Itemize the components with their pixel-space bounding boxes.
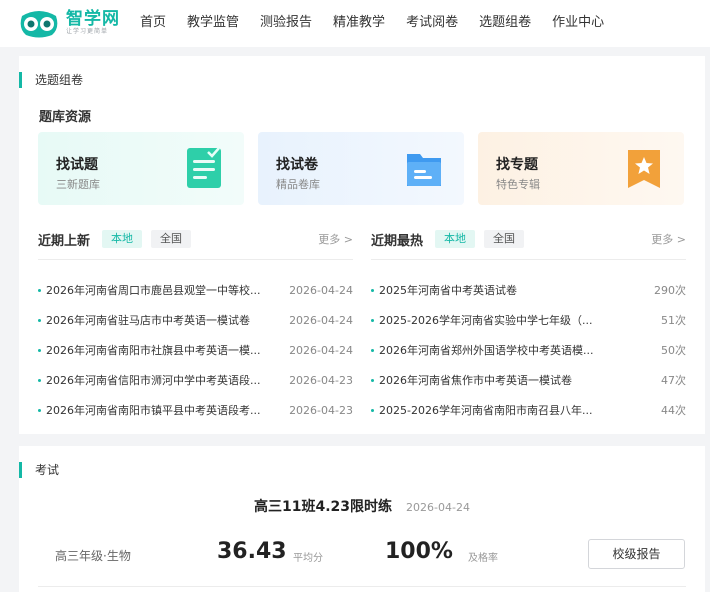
- find-topics-card[interactable]: 找专题 特色专辑: [478, 132, 684, 205]
- exam-name[interactable]: 高三11班4.23限时练: [254, 499, 392, 515]
- nav-item-precision-teaching[interactable]: 精准教学: [333, 14, 385, 32]
- section-title: 考试: [19, 462, 59, 478]
- list-item[interactable]: 2026年河南省南阳市镇平县中考英语段考... 2026-04-23: [38, 395, 353, 425]
- list-item[interactable]: 2026年河南省周口市鹿邑县观堂一中等校... 2026-04-24: [38, 275, 353, 305]
- nav-item-teaching-supervision[interactable]: 教学监管: [187, 14, 239, 32]
- paper-date: 2026-04-24: [289, 283, 353, 297]
- exam-card: 考试 高三11班4.23限时练 2026-04-24 高三年级·生物 36.43 …: [19, 446, 705, 592]
- view-count: 290次: [654, 284, 686, 297]
- star-bookmark-icon: [628, 150, 660, 188]
- find-questions-card[interactable]: 找试题 三新题库: [38, 132, 244, 205]
- list-item[interactable]: 2026年河南省驻马店市中考英语一模试卷 2026-04-24: [38, 305, 353, 335]
- resource-name: 找试题: [56, 157, 98, 173]
- paper-date: 2026-04-24: [289, 313, 353, 327]
- recent-list: 2026年河南省周口市鹿邑县观堂一中等校... 2026-04-24 2026年河…: [38, 275, 353, 425]
- list-item[interactable]: 2026年河南省焦作市中考英语一模试卷 47次: [371, 365, 686, 395]
- resource-name: 找试卷: [276, 157, 318, 173]
- view-count: 50次: [661, 344, 686, 357]
- list-item[interactable]: 2025-2026学年河南省实验中学七年级（... 51次: [371, 305, 686, 335]
- resource-desc: 三新题库: [56, 178, 100, 191]
- tab-local[interactable]: 本地: [435, 230, 476, 248]
- paper-builder-card: 选题组卷 题库资源 找试题 三新题库 找试卷 精品卷库 找专题 特色专辑 近期上…: [19, 56, 705, 434]
- section-title: 选题组卷: [19, 72, 83, 88]
- paper-title: 2025-2026学年河南省实验中学七年级（...: [379, 314, 593, 327]
- nav-item-exam-grading[interactable]: 考试阅卷: [406, 14, 458, 32]
- divider: [38, 259, 353, 260]
- paper-date: 2026-04-23: [289, 373, 353, 387]
- list-item[interactable]: 2025年河南省中考英语试卷 290次: [371, 275, 686, 305]
- recent-title: 近期上新: [38, 233, 91, 249]
- bullet-dot: [38, 318, 41, 322]
- logo-name: 智学网: [66, 9, 120, 29]
- bullet-dot: [38, 378, 41, 382]
- paper-title: 2025年河南省中考英语试卷: [379, 284, 517, 297]
- average-score-label: 平均分: [293, 553, 323, 564]
- list-item[interactable]: 2026年河南省信阳市浉河中学中考英语段... 2026-04-23: [38, 365, 353, 395]
- bullet-dot: [371, 378, 374, 382]
- tab-national[interactable]: 全国: [151, 230, 192, 248]
- more-link[interactable]: 更多 >: [651, 231, 686, 247]
- bullet-dot: [38, 288, 41, 292]
- paper-title: 2026年河南省南阳市镇平县中考英语段考...: [46, 404, 261, 417]
- pass-rate: 100%: [385, 539, 453, 564]
- bullet-dot: [38, 408, 41, 412]
- bullet-dot: [371, 318, 374, 322]
- class-subject: 高三年级·生物: [55, 549, 131, 563]
- logo-slogan: 让学习更简单: [66, 28, 109, 35]
- exam-date: 2026-04-24: [406, 501, 470, 514]
- school-report-button[interactable]: 校级报告: [588, 539, 685, 569]
- list-item[interactable]: 2026年河南省郑州外国语学校中考英语模... 50次: [371, 335, 686, 365]
- paper-title: 2026年河南省郑州外国语学校中考英语模...: [379, 344, 594, 357]
- paper-title: 2026年河南省驻马店市中考英语一模试卷: [46, 314, 250, 327]
- exam-heading: 高三11班4.23限时练 2026-04-24: [19, 496, 705, 516]
- tab-local[interactable]: 本地: [102, 230, 143, 248]
- question-bank-title: 题库资源: [39, 110, 92, 125]
- view-count: 44次: [661, 404, 686, 417]
- nav-item-home[interactable]: 首页: [140, 14, 166, 32]
- list-item[interactable]: 2026年河南省南阳市社旗县中考英语一模... 2026-04-24: [38, 335, 353, 365]
- divider: [371, 259, 686, 260]
- paper-title: 2025-2026学年河南省南阳市南召县八年...: [379, 404, 593, 417]
- find-papers-card[interactable]: 找试卷 精品卷库: [258, 132, 464, 205]
- logo[interactable]: 智学网 让学习更简单: [18, 8, 120, 38]
- pass-rate-label: 及格率: [468, 553, 498, 564]
- resource-name: 找专题: [496, 157, 538, 173]
- hot-list: 2025年河南省中考英语试卷 290次 2025-2026学年河南省实验中学七年级…: [371, 275, 686, 425]
- view-count: 51次: [661, 314, 686, 327]
- more-link[interactable]: 更多 >: [318, 231, 353, 247]
- paper-date: 2026-04-23: [289, 403, 353, 417]
- folder-icon: [407, 154, 441, 186]
- paper-title: 2026年河南省焦作市中考英语一模试卷: [379, 374, 572, 387]
- hot-list-header: 近期最热 本地 全国 更多 >: [371, 229, 686, 249]
- nav-item-paper-builder[interactable]: 选题组卷: [479, 14, 531, 32]
- nav-item-quiz-report[interactable]: 测验报告: [260, 14, 312, 32]
- hot-title: 近期最热: [371, 233, 424, 249]
- paper-title: 2026年河南省周口市鹿邑县观堂一中等校...: [46, 284, 261, 297]
- paper-title: 2026年河南省南阳市社旗县中考英语一模...: [46, 344, 261, 357]
- bullet-dot: [371, 348, 374, 352]
- list-item[interactable]: 2025-2026学年河南省南阳市南召县八年... 44次: [371, 395, 686, 425]
- document-checklist-icon: [187, 147, 221, 188]
- bullet-dot: [371, 408, 374, 412]
- nav-item-homework-center[interactable]: 作业中心: [552, 14, 604, 32]
- divider: [38, 586, 686, 587]
- average-score: 36.43: [217, 539, 287, 564]
- resource-desc: 精品卷库: [276, 178, 320, 191]
- tab-national[interactable]: 全国: [484, 230, 525, 248]
- resource-desc: 特色专辑: [496, 178, 540, 191]
- view-count: 47次: [661, 374, 686, 387]
- bullet-dot: [38, 348, 41, 352]
- main-nav: 首页 教学监管 测验报告 精准教学 考试阅卷 选题组卷 作业中心: [140, 14, 625, 32]
- recent-list-header: 近期上新 本地 全国 更多 >: [38, 229, 353, 249]
- owl-logo-icon: [20, 11, 58, 38]
- paper-date: 2026-04-24: [289, 343, 353, 357]
- bullet-dot: [371, 288, 374, 292]
- top-header: 智学网 让学习更简单 首页 教学监管 测验报告 精准教学 考试阅卷 选题组卷 作…: [0, 0, 710, 47]
- paper-title: 2026年河南省信阳市浉河中学中考英语段...: [46, 374, 261, 387]
